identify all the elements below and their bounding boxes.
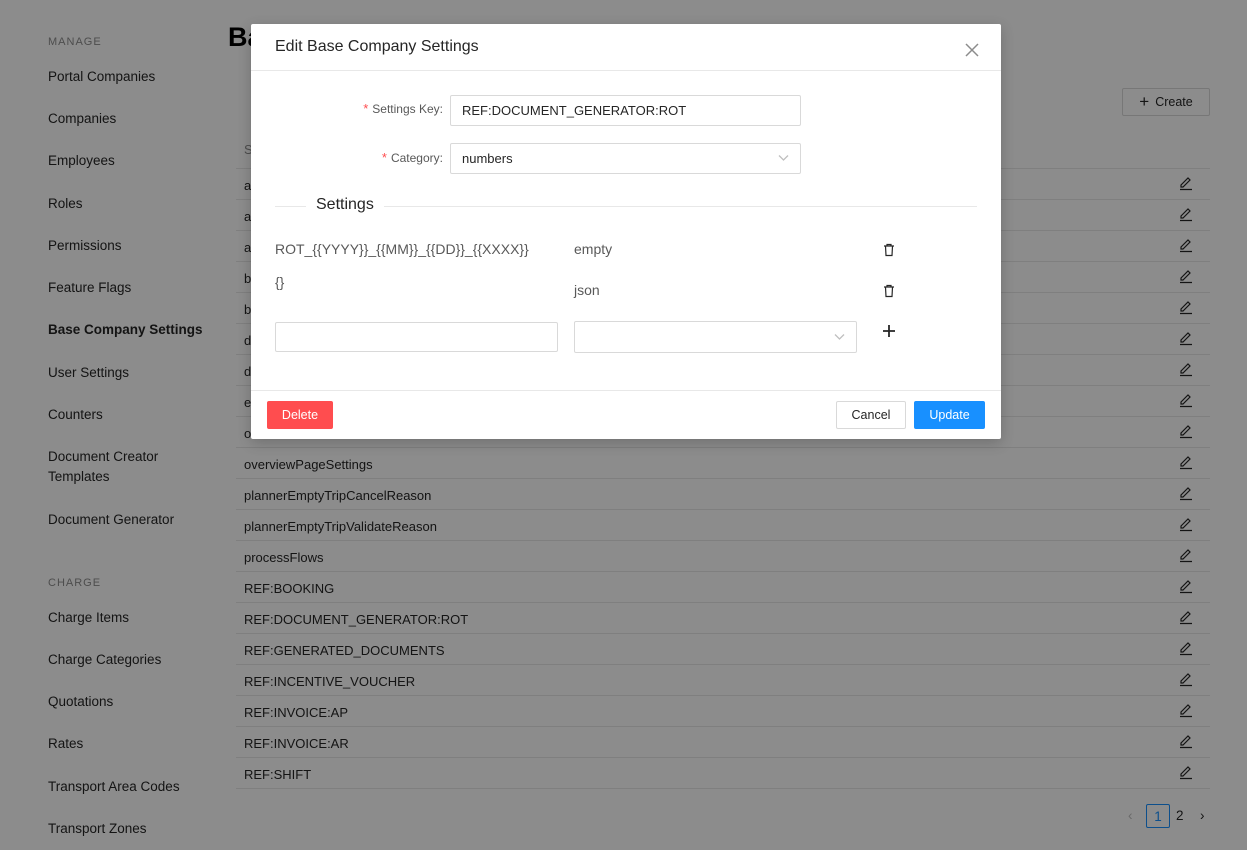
modal-footer: Delete Cancel Update — [251, 390, 1001, 439]
setting-key[interactable]: {} — [275, 274, 284, 290]
trash-icon[interactable] — [882, 243, 896, 257]
update-button[interactable]: Update — [914, 401, 985, 429]
modal-title: Edit Base Company Settings — [275, 38, 479, 55]
required-mark: * — [381, 150, 387, 165]
chevron-down-icon — [834, 334, 845, 340]
plus-icon[interactable] — [882, 324, 896, 338]
close-icon[interactable] — [965, 43, 979, 57]
settings-key-label: * Settings Key: — [363, 101, 443, 116]
setting-type[interactable]: json — [574, 282, 600, 298]
category-select-value: numbers — [462, 151, 513, 166]
category-select[interactable]: numbers — [450, 143, 801, 174]
delete-button[interactable]: Delete — [267, 401, 333, 429]
trash-icon[interactable] — [882, 284, 896, 298]
required-mark: * — [363, 101, 369, 116]
settings-divider-left — [275, 206, 306, 207]
edit-settings-modal: Edit Base Company Settings * Settings Key… — [251, 24, 1001, 439]
new-setting-key-input[interactable] — [275, 322, 558, 352]
new-setting-type-select[interactable] — [574, 321, 857, 353]
category-label: * Category: — [381, 150, 443, 165]
setting-type[interactable]: empty — [574, 241, 612, 257]
settings-divider-right — [384, 206, 977, 207]
settings-key-input[interactable]: REF:DOCUMENT_GENERATOR:ROT — [450, 95, 801, 126]
cancel-button[interactable]: Cancel — [836, 401, 906, 429]
settings-divider-label: Settings — [316, 196, 374, 213]
modal-header: Edit Base Company Settings — [251, 24, 1001, 71]
setting-key[interactable]: ROT_{{YYYY}}_{{MM}}_{{DD}}_{{XXXX}} — [275, 241, 529, 257]
chevron-down-icon — [778, 155, 789, 161]
